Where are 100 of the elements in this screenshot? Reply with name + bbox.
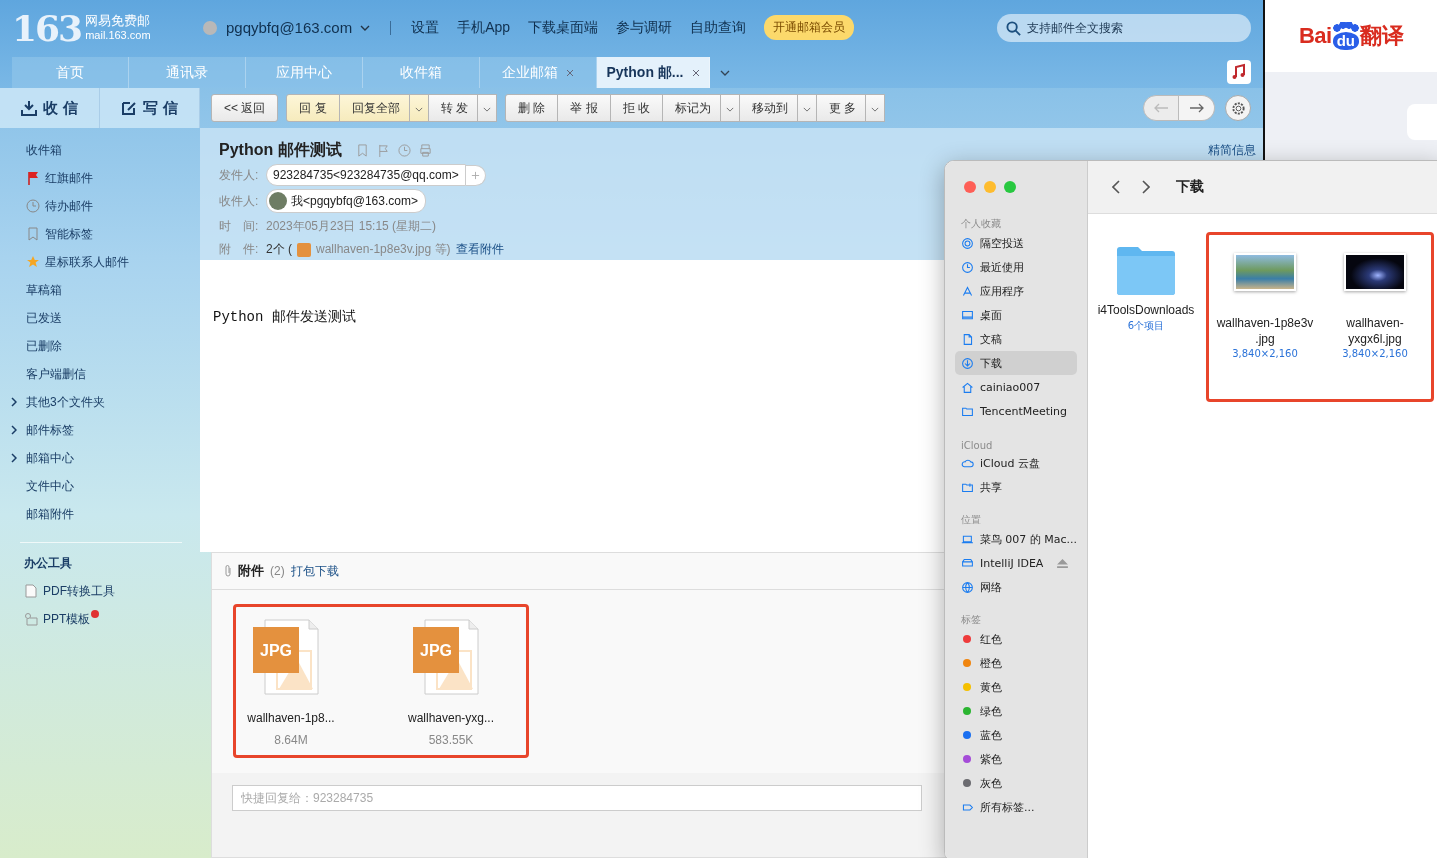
toolbar-button[interactable]: 移动到 xyxy=(740,94,799,122)
flag-icon[interactable] xyxy=(376,144,390,157)
bookmark-icon[interactable] xyxy=(355,144,369,157)
back-icon[interactable] xyxy=(1112,180,1120,194)
sidebar-item[interactable]: 已删除 xyxy=(0,332,200,360)
sidebar-item[interactable]: 下载 xyxy=(955,351,1077,375)
close-button[interactable] xyxy=(964,181,976,193)
print-icon[interactable] xyxy=(418,144,432,157)
sidebar-heading: 位置 xyxy=(960,513,982,527)
sidebar-item[interactable]: 草稿箱 xyxy=(0,276,200,304)
top-link[interactable]: 设置 xyxy=(411,18,440,37)
sidebar-item[interactable]: 客户端删信 xyxy=(0,360,200,388)
sidebar-item[interactable]: 蓝色 xyxy=(955,723,1077,747)
quick-reply-field[interactable]: 快捷回复给：923284735 xyxy=(232,785,922,811)
toolbar-button[interactable]: 拒 收 xyxy=(610,94,664,122)
forward-icon[interactable] xyxy=(1142,180,1150,194)
chevron-icon[interactable] xyxy=(720,70,730,76)
summary-link[interactable]: 精简信息 xyxy=(1208,142,1256,159)
next-button[interactable] xyxy=(1179,95,1215,121)
file-name[interactable]: wallhaven- yxgx6l.jpg xyxy=(1346,315,1404,347)
top-link[interactable]: 参与调研 xyxy=(616,18,673,37)
document-icon xyxy=(24,584,38,598)
file-name[interactable]: i4ToolsDownloads xyxy=(1097,302,1195,318)
vip-button[interactable]: 开通邮箱会员 xyxy=(764,15,855,40)
dropdown-button[interactable] xyxy=(866,94,886,122)
folder-icon[interactable] xyxy=(1116,244,1176,296)
file-name[interactable]: wallhaven-yxg... xyxy=(407,711,494,725)
sender-chip[interactable]: 923284735<923284735@qq.com> xyxy=(266,164,466,186)
sidebar-item[interactable]: 紫色 xyxy=(955,747,1077,771)
download-all-link[interactable]: 打包下载 xyxy=(290,562,339,580)
sidebar-item[interactable]: 星标联系人邮件 xyxy=(0,248,200,276)
top-link[interactable]: 手机App xyxy=(457,18,511,37)
clock-icon[interactable] xyxy=(397,144,411,157)
recipient-chip[interactable]: 我<pgqybfq@163.com> xyxy=(266,189,426,213)
file-name[interactable]: wallhaven-1p8... xyxy=(247,711,335,725)
sidebar-item[interactable]: 智能标签 xyxy=(0,220,200,248)
music-note-icon[interactable] xyxy=(1227,59,1251,84)
toolbar-button[interactable]: 回复全部 xyxy=(339,94,410,122)
close-icon[interactable] xyxy=(691,68,700,77)
sidebar-item[interactable]: 文件中心 xyxy=(0,472,200,500)
dropdown-button[interactable] xyxy=(721,94,741,122)
previous-button[interactable] xyxy=(1143,95,1179,121)
view-attachments-link[interactable]: 查看附件 xyxy=(455,241,504,259)
tool-item[interactable]: PPT模板 xyxy=(0,605,200,633)
sidebar-item[interactable]: TencentMeeting xyxy=(955,399,1077,423)
image-thumbnail[interactable] xyxy=(1344,253,1406,291)
receive-button[interactable]: 收 信 xyxy=(0,88,100,128)
sidebar-item[interactable]: 隔空投送 xyxy=(955,231,1077,255)
sidebar-item[interactable]: cainiao007 xyxy=(955,375,1077,399)
sidebar-item[interactable]: 所有标签... xyxy=(955,795,1077,819)
image-thumbnail[interactable] xyxy=(1234,253,1296,291)
sidebar-item[interactable]: 最近使用 xyxy=(955,255,1077,279)
sidebar-item[interactable]: 文稿 xyxy=(955,327,1077,351)
top-link[interactable]: 下载桌面端 xyxy=(528,18,599,37)
sidebar-item[interactable]: 应用程序 xyxy=(955,279,1077,303)
sidebar-item[interactable]: 收件箱 xyxy=(0,136,200,164)
toolbar-button[interactable]: 标记为 xyxy=(663,94,722,122)
file-name[interactable]: wallhaven-1p8e3v .jpg xyxy=(1216,315,1314,347)
sidebar-item[interactable]: 邮箱附件 xyxy=(0,500,200,528)
toolbar-button[interactable]: 更 多 xyxy=(817,94,867,122)
sidebar-item[interactable]: 灰色 xyxy=(955,771,1077,795)
toolbar-button[interactable]: 回 复 xyxy=(286,94,340,122)
sidebar-item[interactable]: 黄色 xyxy=(955,675,1077,699)
toolbar-button[interactable]: 删 除 xyxy=(505,94,559,122)
close-icon[interactable] xyxy=(566,68,574,77)
account-menu[interactable]: pgqybfq@163.com xyxy=(226,19,353,36)
sidebar-item[interactable]: iCloud 云盘 xyxy=(955,451,1077,475)
back-button[interactable]: << 返回 xyxy=(211,94,279,122)
toolbar-button[interactable]: 转 发 xyxy=(428,94,479,122)
toolbar-button[interactable]: 举 报 xyxy=(558,94,611,122)
add-contact-button[interactable] xyxy=(465,164,486,186)
sidebar-item[interactable]: 其他3个文件夹 xyxy=(0,388,200,416)
dropdown-button[interactable] xyxy=(478,94,498,122)
translator-logo[interactable]: Bai du 翻译 xyxy=(1265,0,1437,72)
sidebar-item[interactable]: 邮件标签 xyxy=(0,416,200,444)
sidebar-item[interactable]: 共享 xyxy=(955,475,1077,499)
minimize-button[interactable] xyxy=(984,181,996,193)
sidebar-item[interactable]: 绿色 xyxy=(955,699,1077,723)
sidebar-item[interactable]: 红旗邮件 xyxy=(0,164,200,192)
sidebar-item[interactable]: 橙色 xyxy=(955,651,1077,675)
tool-item[interactable]: PDF转换工具 xyxy=(0,577,200,605)
chevron-icon[interactable] xyxy=(11,425,17,435)
sidebar-item[interactable]: 菜鸟 007 的 Mac... xyxy=(955,527,1077,551)
compose-button[interactable]: 写 信 xyxy=(100,88,200,128)
sidebar-item[interactable]: 待办邮件 xyxy=(0,192,200,220)
settings-button[interactable] xyxy=(1225,95,1251,121)
chevron-icon[interactable] xyxy=(11,453,17,463)
sidebar-item[interactable]: IntelliJ IDEA xyxy=(955,551,1077,575)
zoom-button[interactable] xyxy=(1004,181,1016,193)
sidebar-item[interactable]: 已发送 xyxy=(0,304,200,332)
sidebar-item[interactable]: 邮箱中心 xyxy=(0,444,200,472)
dropdown-button[interactable] xyxy=(798,94,818,122)
nav-tab[interactable]: Python 邮... xyxy=(597,57,710,88)
eject-icon[interactable] xyxy=(1057,558,1069,568)
file-size: 583.55K xyxy=(428,733,474,747)
sidebar-item[interactable]: 桌面 xyxy=(955,303,1077,327)
chevron-icon[interactable] xyxy=(11,397,17,407)
sidebar-item[interactable]: 红色 xyxy=(955,627,1077,651)
sidebar-item[interactable]: 网络 xyxy=(955,575,1077,599)
top-link[interactable]: 自助查询 xyxy=(690,18,747,37)
